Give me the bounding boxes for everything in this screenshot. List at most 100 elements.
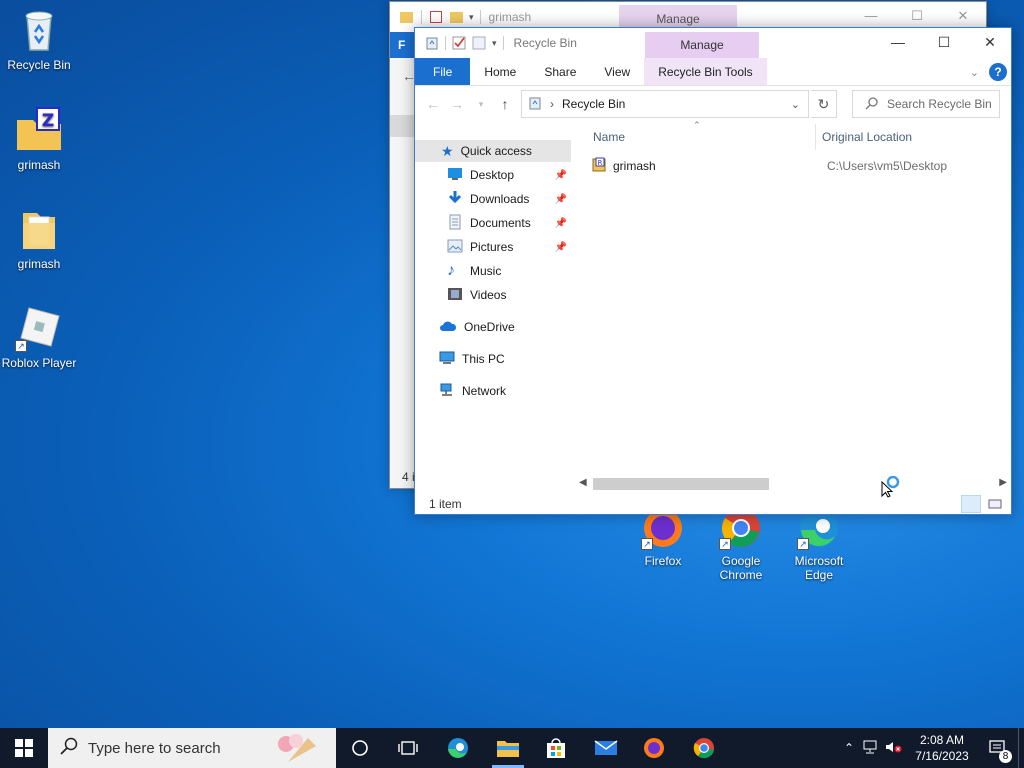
window-titlebar[interactable]: ▾ Recycle Bin Manage — ☐ ✕ — [415, 28, 1011, 58]
tab-share[interactable]: Share — [530, 58, 590, 85]
tab-recycle-bin-tools[interactable]: Recycle Bin Tools — [644, 58, 767, 85]
taskbar-mail[interactable] — [582, 728, 630, 768]
nav-item-label: This PC — [462, 352, 505, 366]
back-arrow-icon[interactable]: ← — [421, 96, 445, 112]
svg-text:Z: Z — [42, 111, 54, 131]
forward-arrow-icon[interactable]: → — [445, 96, 469, 112]
recycle-bin-small-icon — [528, 96, 542, 113]
back-file-tab[interactable]: F — [390, 32, 416, 58]
clock[interactable]: 2:08 AM 7/16/2023 — [906, 732, 978, 764]
nav-item-desktop[interactable]: Desktop 📌 — [415, 164, 571, 186]
network-status-icon[interactable] — [860, 740, 882, 757]
search-highlight-icon — [268, 732, 324, 768]
minimize-button[interactable]: — — [848, 2, 894, 30]
system-tray: ⌃ 2:08 AM 7/16/2023 8 — [838, 728, 1024, 768]
pin-icon[interactable]: 📌 — [555, 242, 567, 253]
nav-item-quick-access[interactable]: ★ Quick access — [415, 140, 571, 162]
desktop-shortcut-firefox[interactable]: ↗ Firefox — [624, 506, 702, 568]
chrome-icon — [693, 738, 714, 759]
desktop-icon-recycle-bin[interactable]: Recycle Bin — [0, 6, 78, 73]
volume-muted-icon[interactable] — [882, 740, 906, 757]
show-hidden-icons-icon[interactable]: ⌃ — [838, 741, 860, 755]
task-view-button[interactable] — [384, 728, 432, 768]
properties-icon[interactable] — [452, 36, 466, 50]
folder-icon — [15, 205, 63, 253]
taskbar-store[interactable] — [532, 728, 580, 768]
column-header-location[interactable]: Original Location — [822, 130, 912, 144]
nav-item-documents[interactable]: Documents 📌 — [415, 212, 571, 234]
blank-icon[interactable] — [472, 36, 486, 50]
taskbar-edge[interactable] — [434, 728, 482, 768]
nav-item-videos[interactable]: Videos — [415, 284, 571, 306]
nav-item-pictures[interactable]: Pictures 📌 — [415, 236, 571, 258]
customize-arrow-icon[interactable]: ▾ — [492, 38, 497, 49]
desktop-shortcut-chrome[interactable]: ↗ Google Chrome — [702, 506, 780, 582]
show-desktop-button[interactable] — [1018, 728, 1024, 768]
desktop-icon-zip[interactable]: Z grimash — [0, 106, 78, 173]
recycle-bin-window[interactable]: ▾ Recycle Bin Manage — ☐ ✕ File Home Sha… — [414, 27, 1012, 515]
desktop-icon-roblox[interactable]: ↗ Roblox Player — [0, 304, 78, 371]
nav-item-label: OneDrive — [464, 320, 515, 334]
properties-icon — [430, 11, 442, 23]
nav-item-label: Videos — [470, 288, 507, 302]
pin-icon[interactable]: 📌 — [555, 194, 567, 205]
customize-arrow-icon[interactable]: ▾ — [469, 12, 474, 23]
document-icon — [447, 214, 463, 233]
notification-center-button[interactable]: 8 — [978, 740, 1018, 763]
onedrive-icon — [439, 320, 457, 335]
maximize-button[interactable]: ☐ — [894, 2, 940, 30]
back-window-title: grimash — [488, 10, 532, 24]
nav-item-onedrive[interactable]: OneDrive — [415, 316, 571, 338]
shortcut-arrow-icon: ↗ — [15, 340, 27, 352]
refresh-icon[interactable]: ↻ — [811, 90, 837, 118]
scroll-right-icon[interactable]: ▶ — [999, 474, 1007, 492]
address-row: ← → ▾ ↑ › Recycle Bin ⌄ ↻ Search Recycle… — [415, 86, 1011, 122]
help-icon[interactable]: ? — [989, 63, 1007, 81]
recent-locations-icon[interactable]: ▾ — [469, 99, 493, 110]
nav-item-label: Documents — [470, 216, 531, 230]
search-placeholder: Search Recycle Bin — [887, 97, 992, 111]
minimize-button[interactable]: — — [875, 28, 921, 58]
address-bar[interactable]: › Recycle Bin ⌄ — [521, 90, 809, 118]
desktop-icon-folder[interactable]: grimash — [0, 205, 78, 272]
address-dropdown-icon[interactable]: ⌄ — [791, 98, 800, 111]
cortana-button[interactable] — [336, 728, 384, 768]
pin-icon[interactable]: 📌 — [555, 218, 567, 229]
list-item[interactable]: R grimash C:\Users\vm5\Desktop — [591, 156, 1011, 176]
expand-ribbon-icon[interactable]: ⌄ — [970, 66, 979, 79]
large-icons-view-icon[interactable] — [985, 495, 1005, 513]
taskbar-firefox[interactable] — [630, 728, 678, 768]
taskbar-file-explorer[interactable] — [484, 728, 532, 768]
desktop-shortcut-edge[interactable]: ↗ Microsoft Edge — [780, 506, 858, 582]
breadcrumb-chevron-icon[interactable]: › — [550, 97, 554, 111]
search-input[interactable]: Search Recycle Bin — [852, 90, 1000, 118]
nav-item-downloads[interactable]: Downloads 📌 — [415, 188, 571, 210]
windows-logo-icon — [15, 739, 33, 757]
taskbar-search-input[interactable]: Type here to search — [48, 728, 336, 768]
tab-file[interactable]: File — [415, 58, 471, 85]
desktop-icon-label: grimash — [17, 257, 61, 271]
start-button[interactable] — [0, 728, 48, 768]
desktop-icon-label: grimash — [17, 158, 61, 172]
shortcut-arrow-icon: ↗ — [797, 538, 809, 550]
maximize-button[interactable]: ☐ — [921, 28, 967, 58]
details-view-icon[interactable] — [961, 495, 981, 513]
horizontal-scrollbar[interactable]: ◀ ▶ — [575, 474, 1009, 498]
nav-item-network[interactable]: Network — [415, 380, 571, 402]
notification-count-badge: 8 — [999, 750, 1012, 763]
column-header-name[interactable]: Name — [593, 130, 625, 144]
scroll-thumb[interactable] — [593, 478, 769, 490]
tab-view[interactable]: View — [590, 58, 644, 85]
desktop-icon-label: Recycle Bin — [7, 58, 71, 72]
tab-home[interactable]: Home — [470, 58, 530, 85]
close-button[interactable]: ✕ — [940, 2, 986, 30]
breadcrumb[interactable]: Recycle Bin — [562, 97, 625, 111]
close-button[interactable]: ✕ — [967, 28, 1013, 58]
manage-tab[interactable]: Manage — [645, 32, 759, 58]
taskbar-chrome[interactable] — [680, 728, 728, 768]
up-arrow-icon[interactable]: ↑ — [493, 96, 517, 112]
nav-item-this-pc[interactable]: This PC — [415, 348, 571, 370]
scroll-left-icon[interactable]: ◀ — [579, 474, 587, 492]
pin-icon[interactable]: 📌 — [555, 170, 567, 181]
nav-item-music[interactable]: ♪ Music — [415, 260, 571, 282]
